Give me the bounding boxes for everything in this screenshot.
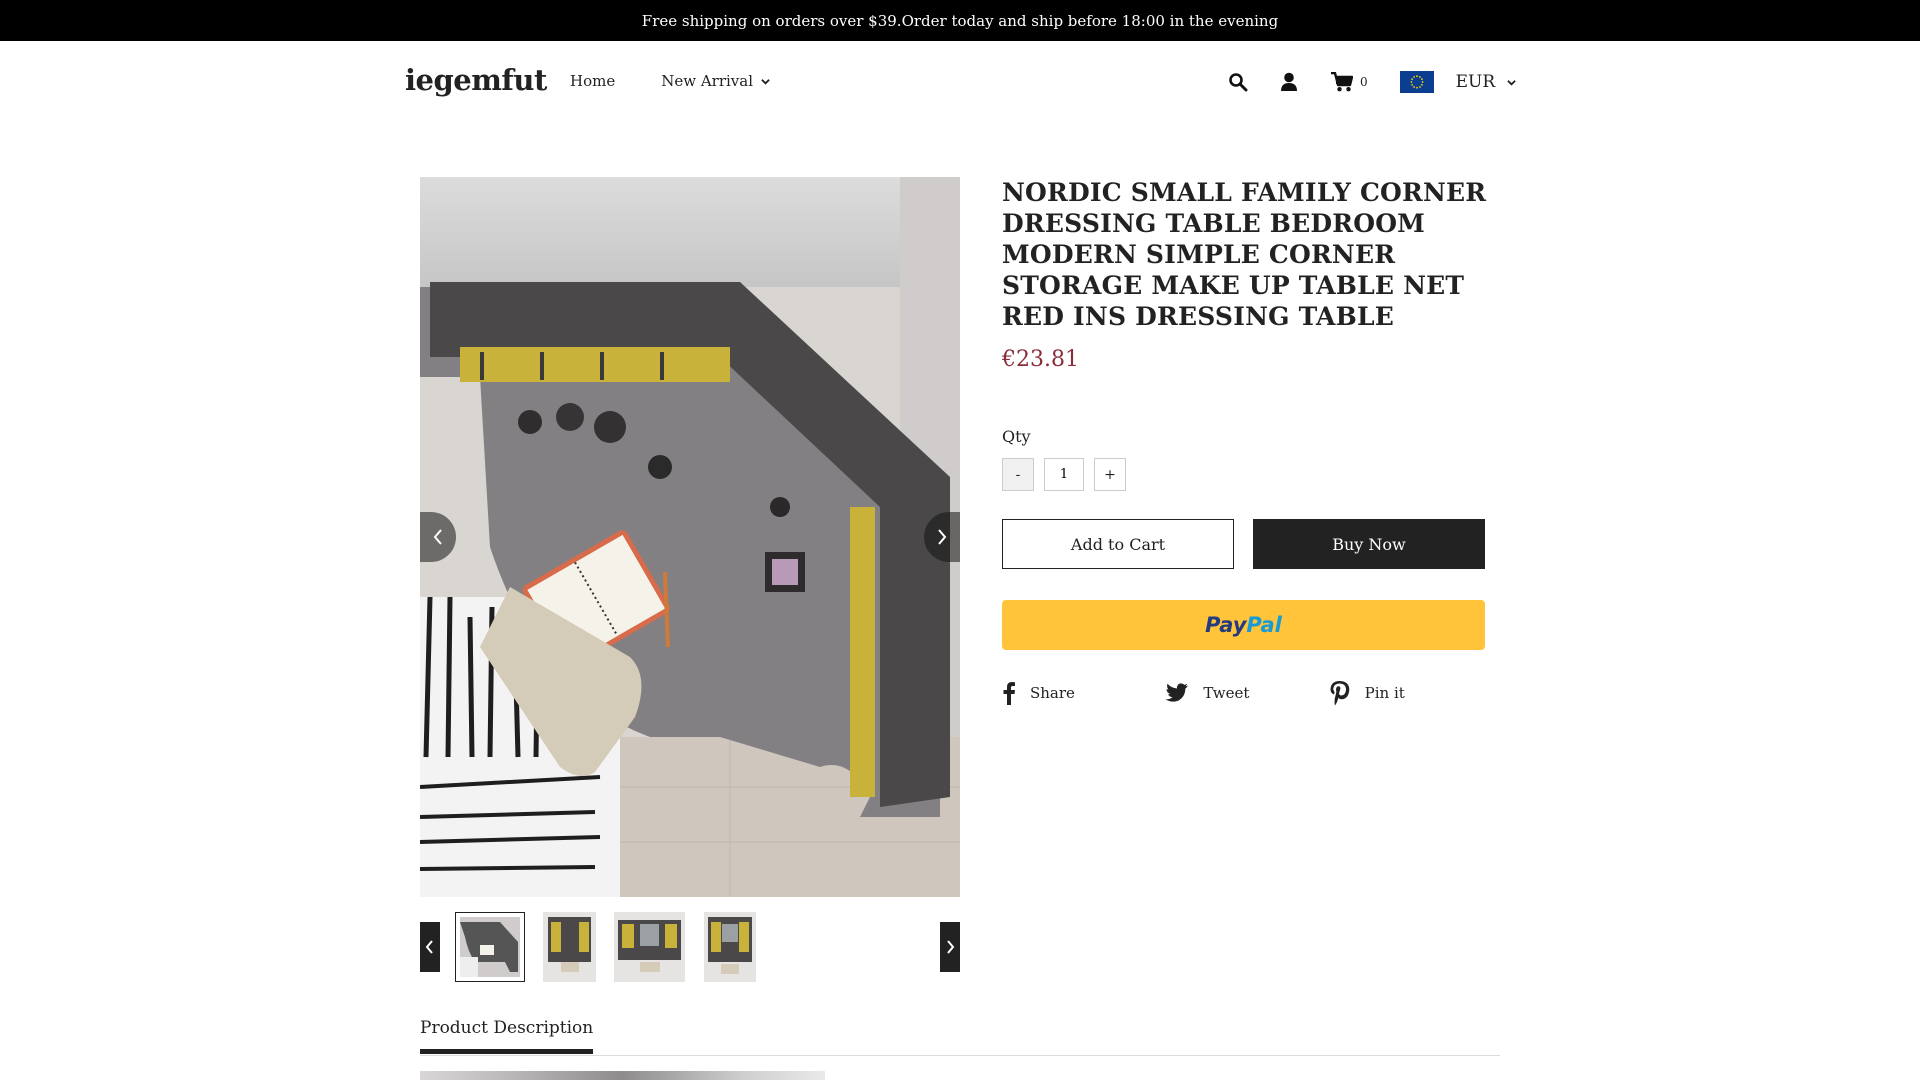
add-to-cart-button[interactable]: Add to Cart <box>1002 519 1234 569</box>
qty-label: Qty <box>1002 427 1031 446</box>
chevron-right-icon <box>947 940 955 954</box>
thumbnail-strip <box>420 912 960 982</box>
announcement-bar: Free shipping on orders over $39.Order t… <box>0 0 1920 41</box>
chevron-right-icon <box>938 529 947 545</box>
site-header: iegemfut Home New Arrival 0 EUR <box>0 41 1920 121</box>
thumbnail-3[interactable] <box>614 912 685 982</box>
qty-input[interactable] <box>1044 458 1084 491</box>
thumbnail-4[interactable] <box>704 912 756 982</box>
purchase-buttons: Add to Cart Buy Now <box>1002 519 1492 569</box>
header-tools: 0 EUR <box>1228 65 1516 99</box>
share-twitter-button[interactable]: Tweet <box>1165 680 1328 706</box>
product-main-image[interactable] <box>420 177 960 897</box>
eu-flag-icon <box>1399 71 1434 93</box>
qty-increase-button[interactable]: + <box>1094 458 1126 491</box>
thumbnail-prev-button[interactable] <box>420 922 440 972</box>
qty-decrease-button[interactable]: - <box>1002 458 1034 491</box>
chevron-left-icon <box>425 940 433 954</box>
search-button[interactable] <box>1228 72 1248 92</box>
nav-home-label: Home <box>570 72 616 90</box>
twitter-icon <box>1165 683 1189 702</box>
facebook-icon <box>1003 682 1015 705</box>
cart-icon <box>1331 72 1353 92</box>
product-info: NORDIC SMALL FAMILY CORNER DRESSING TABL… <box>1002 177 1492 706</box>
thumbnail-next-button[interactable] <box>940 922 960 972</box>
product-title: NORDIC SMALL FAMILY CORNER DRESSING TABL… <box>1002 178 1487 331</box>
search-icon <box>1229 73 1248 92</box>
account-button[interactable] <box>1280 72 1298 92</box>
share-pinterest-label: Pin it <box>1364 684 1405 702</box>
thumbnail-1[interactable] <box>455 912 525 982</box>
share-twitter-label: Tweet <box>1203 684 1250 702</box>
buy-now-button[interactable]: Buy Now <box>1253 519 1485 569</box>
chevron-down-icon <box>761 78 770 85</box>
paypal-logo: PayPal <box>1205 613 1282 637</box>
product-price: €23.81 <box>1002 347 1079 372</box>
share-facebook-button[interactable]: Share <box>1002 680 1165 706</box>
announcement-text: Free shipping on orders over $39.Order t… <box>641 11 1279 30</box>
cart-button[interactable]: 0 <box>1331 72 1368 92</box>
share-facebook-label: Share <box>1030 684 1075 702</box>
user-icon <box>1281 72 1297 91</box>
thumbnail-2[interactable] <box>543 912 596 982</box>
product-image-gallery <box>420 177 960 897</box>
social-share: Share Tweet Pin it <box>1002 680 1492 706</box>
nav-home[interactable]: Home <box>570 72 615 90</box>
chevron-left-icon <box>433 529 442 545</box>
qty-stepper: - + <box>1002 458 1492 491</box>
currency-selector[interactable]: EUR <box>1399 71 1517 93</box>
currency-label: EUR <box>1455 72 1496 92</box>
pinterest-icon <box>1330 681 1349 706</box>
tab-product-description[interactable]: Product Description <box>420 1018 594 1054</box>
description-image <box>420 1071 825 1080</box>
main-nav: Home New Arrival <box>570 72 770 90</box>
cart-count: 0 <box>1360 75 1368 89</box>
paypal-button[interactable]: PayPal <box>1002 600 1485 650</box>
product-tabs: Product Description <box>420 1016 1500 1056</box>
chevron-down-icon <box>1507 79 1516 86</box>
site-logo[interactable]: iegemfut <box>405 63 547 97</box>
nav-new-arrival[interactable]: New Arrival <box>661 72 770 90</box>
nav-new-arrival-label: New Arrival <box>661 72 754 90</box>
share-pinterest-button[interactable]: Pin it <box>1329 680 1492 706</box>
